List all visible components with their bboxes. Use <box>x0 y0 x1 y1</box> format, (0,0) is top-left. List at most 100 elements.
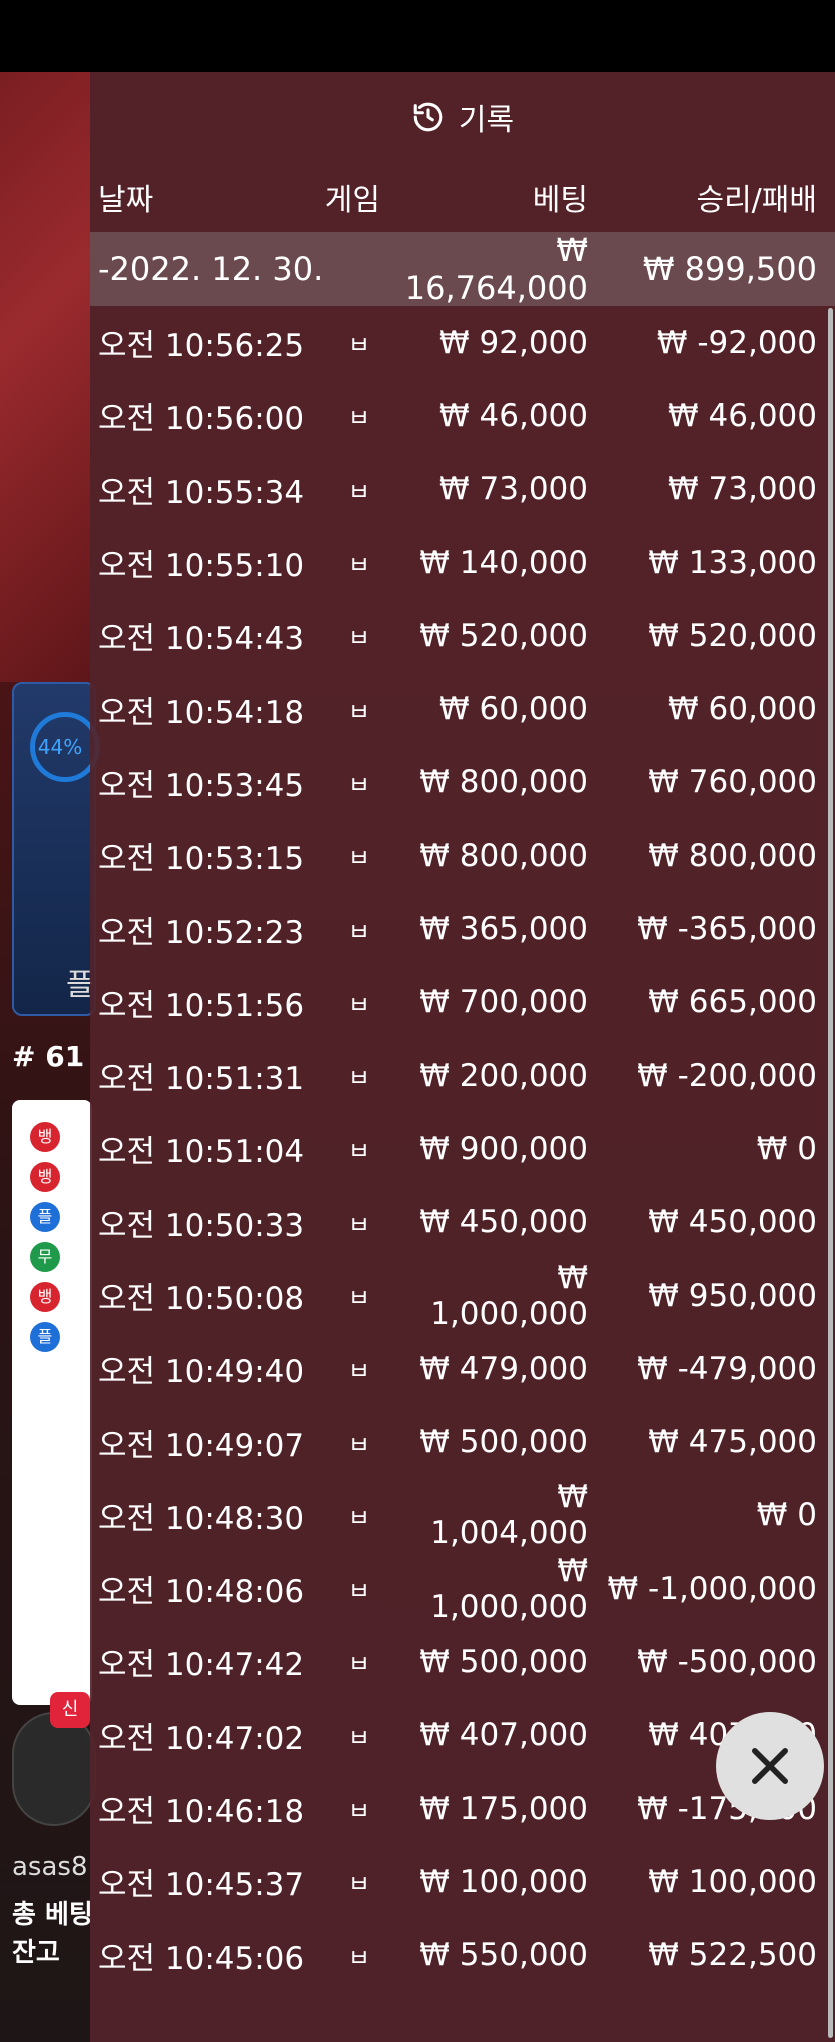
row-time: 오전 10:48:06 <box>98 1574 305 1611</box>
row-game: ㅂ <box>347 1650 370 1679</box>
row-game: ㅂ <box>347 990 370 1019</box>
history-clock-icon <box>413 102 443 132</box>
chip-selector[interactable] <box>12 1712 96 1826</box>
row-bet: ₩ 365,000 <box>419 911 588 948</box>
history-row[interactable]: 오전 10:53:45 ㅂ ₩ 800,000 ₩ 760,000 <box>90 746 835 819</box>
dealer-table <box>0 72 90 682</box>
row-bet: ₩ 450,000 <box>419 1204 588 1241</box>
col-bet: 베팅 <box>532 183 588 218</box>
row-result: ₩ -500,000 <box>637 1643 817 1680</box>
history-row[interactable]: 오전 10:51:56 ㅂ ₩ 700,000 ₩ 665,000 <box>90 966 835 1039</box>
row-game: ㅂ <box>347 1064 370 1093</box>
bead-banker: 뱅 <box>30 1122 60 1152</box>
row-game: ㅂ <box>347 1870 370 1899</box>
history-row[interactable]: 오전 10:56:00 ㅂ ₩ 46,000 ₩ 46,000 <box>90 379 835 452</box>
total-bet-label: 총 베팅 <box>12 1900 93 1930</box>
row-bet: ₩ 800,000 <box>419 837 588 874</box>
history-row[interactable]: 오전 10:53:15 ㅂ ₩ 800,000 ₩ 800,000 <box>90 819 835 892</box>
row-result: ₩ -92,000 <box>656 324 817 361</box>
row-result: ₩ -200,000 <box>637 1057 817 1094</box>
row-game: ㅂ <box>347 1430 370 1459</box>
row-bet: ₩ 60,000 <box>439 691 588 728</box>
bead-player: 플 <box>30 1202 60 1232</box>
row-result: ₩ 0 <box>756 1497 817 1534</box>
row-result: ₩ 760,000 <box>648 764 817 801</box>
history-row[interactable]: 오전 10:45:37 ㅂ ₩ 100,000 ₩ 100,000 <box>90 1845 835 1918</box>
close-icon <box>752 1748 788 1784</box>
row-game: ㅂ <box>347 1210 370 1239</box>
row-bet: ₩ 140,000 <box>419 544 588 581</box>
history-row[interactable]: 오전 10:49:40 ㅂ ₩ 479,000 ₩ -479,000 <box>90 1332 835 1405</box>
status-bar <box>0 0 835 72</box>
road-board[interactable]: 뱅 뱅 플 무 뱅 플 <box>12 1100 92 1705</box>
row-time: 오전 10:54:43 <box>98 621 305 658</box>
row-result: ₩ 522,500 <box>648 1937 817 1974</box>
row-game: ㅂ <box>347 1577 370 1606</box>
history-row[interactable]: 오전 10:56:25 ㅂ ₩ 92,000 ₩ -92,000 <box>90 306 835 379</box>
bead-banker: 뱅 <box>30 1282 60 1312</box>
row-bet: ₩ 73,000 <box>439 471 588 508</box>
row-result: ₩ 60,000 <box>668 691 817 728</box>
row-time: 오전 10:49:07 <box>98 1427 305 1464</box>
history-row[interactable]: 오전 10:49:07 ㅂ ₩ 500,000 ₩ 475,000 <box>90 1405 835 1478</box>
summary-bet: ₩ 16,764,000 <box>404 231 588 307</box>
row-bet: ₩ 200,000 <box>419 1057 588 1094</box>
row-result: ₩ 475,000 <box>648 1424 817 1461</box>
row-game: ㅂ <box>347 1284 370 1312</box>
column-headers: 날짜 게임 베팅 승리/패배 <box>90 162 835 232</box>
history-row[interactable]: 오전 10:50:08 ㅂ ₩ 1,000,000 ₩ 950,000 <box>90 1259 835 1332</box>
row-game: ㅂ <box>347 404 370 433</box>
row-result: ₩ 100,000 <box>648 1863 817 1900</box>
user-name: asas8 <box>12 1852 88 1882</box>
row-bet: ₩ 500,000 <box>419 1424 588 1461</box>
history-row[interactable]: 오전 10:52:23 ㅂ ₩ 365,000 ₩ -365,000 <box>90 892 835 965</box>
row-result: ₩ -479,000 <box>637 1350 817 1387</box>
row-bet: ₩ 1,000,000 <box>430 1259 588 1332</box>
row-game: ㅂ <box>347 844 370 873</box>
row-game: ㅂ <box>347 1943 370 1972</box>
history-row[interactable]: 오전 10:45:06 ㅂ ₩ 550,000 ₩ 522,500 <box>90 1919 835 1992</box>
row-result: ₩ 133,000 <box>648 544 817 581</box>
row-bet: ₩ 175,000 <box>419 1790 588 1827</box>
row-time: 오전 10:45:37 <box>98 1867 305 1904</box>
close-button[interactable] <box>716 1712 824 1820</box>
row-bet: ₩ 1,000,000 <box>430 1552 588 1625</box>
row-time: 오전 10:53:45 <box>98 767 305 804</box>
row-bet: ₩ 520,000 <box>419 617 588 654</box>
row-result: ₩ 450,000 <box>648 1204 817 1241</box>
row-result: ₩ 46,000 <box>668 397 817 434</box>
row-game: ㅂ <box>347 331 370 360</box>
history-row[interactable]: 오전 10:54:18 ㅂ ₩ 60,000 ₩ 60,000 <box>90 672 835 745</box>
row-time: 오전 10:51:56 <box>98 987 305 1024</box>
history-row[interactable]: 오전 10:55:10 ㅂ ₩ 140,000 ₩ 133,000 <box>90 526 835 599</box>
history-row[interactable]: 오전 10:48:06 ㅂ ₩ 1,000,000 ₩ -1,000,000 <box>90 1552 835 1625</box>
col-date: 날짜 <box>98 183 154 218</box>
row-result: ₩ 665,000 <box>648 984 817 1021</box>
row-time: 오전 10:51:04 <box>98 1134 305 1171</box>
row-time: 오전 10:46:18 <box>98 1794 305 1831</box>
history-row[interactable]: 오전 10:48:30 ㅂ ₩ 1,004,000 ₩ 0 <box>90 1479 835 1552</box>
history-row[interactable]: 오전 10:47:42 ㅂ ₩ 500,000 ₩ -500,000 <box>90 1625 835 1698</box>
bead-player: 플 <box>30 1322 60 1352</box>
row-bet: ₩ 46,000 <box>439 397 588 434</box>
history-row[interactable]: 오전 10:51:31 ㅂ ₩ 200,000 ₩ -200,000 <box>90 1039 835 1112</box>
history-row[interactable]: 오전 10:51:04 ㅂ ₩ 900,000 ₩ 0 <box>90 1112 835 1185</box>
row-bet: ₩ 92,000 <box>439 324 588 361</box>
row-game: ㅂ <box>347 1357 370 1386</box>
history-row[interactable]: 오전 10:50:33 ㅂ ₩ 450,000 ₩ 450,000 <box>90 1186 835 1259</box>
bead-tie: 무 <box>30 1242 60 1272</box>
history-title: 기록 <box>458 103 515 138</box>
history-header: 기록 <box>90 72 835 162</box>
row-bet: ₩ 1,004,000 <box>430 1479 588 1552</box>
new-badge: 신 <box>50 1692 90 1728</box>
row-game: ㅂ <box>347 1723 370 1752</box>
row-time: 오전 10:49:40 <box>98 1354 305 1391</box>
history-row[interactable]: 오전 10:54:43 ㅂ ₩ 520,000 ₩ 520,000 <box>90 599 835 672</box>
row-time: 오전 10:54:18 <box>98 694 305 731</box>
row-time: 오전 10:56:25 <box>98 328 305 365</box>
row-game: ㅂ <box>347 917 370 946</box>
row-time: 오전 10:47:02 <box>98 1720 305 1757</box>
history-row[interactable]: 오전 10:55:34 ㅂ ₩ 73,000 ₩ 73,000 <box>90 453 835 526</box>
scrollbar[interactable] <box>828 308 833 2038</box>
date-summary-row[interactable]: -2022. 12. 30. ₩ 16,764,000 ₩ 899,500 <box>90 231 835 307</box>
